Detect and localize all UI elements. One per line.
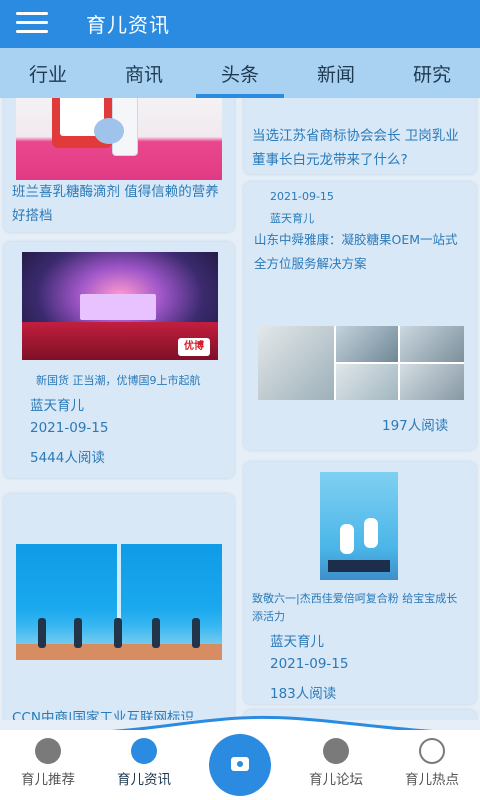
camera-button[interactable] bbox=[209, 734, 271, 796]
nav-news[interactable]: 育儿资讯 bbox=[96, 738, 192, 788]
megaphone-icon bbox=[131, 738, 157, 764]
page-title: 育儿资讯 bbox=[86, 13, 170, 37]
article-title: 当选江苏省商标协会会长 卫岗乳业董事长白元龙带来了什么? bbox=[252, 128, 459, 168]
stage-event-image: 优博 bbox=[22, 252, 218, 360]
article-card-industrial-internet[interactable]: CCN中商|国家工业互联网标识... bbox=[4, 494, 234, 720]
camera-icon bbox=[231, 757, 249, 771]
product-poster-image bbox=[320, 472, 398, 580]
nav-label: 育儿资讯 bbox=[117, 772, 171, 788]
recommend-icon bbox=[35, 738, 61, 764]
tab-headlines[interactable]: 头条 bbox=[192, 48, 288, 98]
lactase-product-image bbox=[16, 98, 222, 180]
factory-image bbox=[258, 326, 464, 400]
article-title: 山东中舜雅康：凝胶糖果OEM一站式全方位服务解决方案 bbox=[254, 232, 458, 271]
article-card-chairman[interactable]: 当选江苏省商标协会会长 卫岗乳业董事长白元龙带来了什么? bbox=[244, 98, 476, 174]
tab-research[interactable]: 研究 bbox=[384, 48, 480, 98]
app-header: 育儿资讯 bbox=[0, 0, 480, 48]
nav-label: 育儿热点 bbox=[405, 772, 459, 788]
article-author: 蓝天育儿 bbox=[270, 212, 314, 225]
article-card-gel-candy[interactable]: 2021-09-15 蓝天育儿 山东中舜雅康：凝胶糖果OEM一站式全方位服务解决… bbox=[244, 182, 476, 450]
article-date: 2021-09-15 bbox=[270, 656, 349, 672]
article-card-stage[interactable]: 优博 新国货 正当潮，优博国9上市起航 蓝天育儿 2021-09-15 5444… bbox=[4, 242, 234, 478]
article-card-lactase[interactable]: 班兰喜乳糖酶滴剂 值得信赖的营养好搭档 bbox=[4, 98, 234, 232]
article-read-count: 183人阅读 bbox=[270, 686, 337, 702]
tab-news[interactable]: 新闻 bbox=[288, 48, 384, 98]
nav-forum[interactable]: 育儿论坛 bbox=[288, 738, 384, 788]
forum-icon bbox=[323, 738, 349, 764]
article-date: 2021-09-15 bbox=[30, 420, 109, 436]
broadcast-icon bbox=[419, 738, 445, 764]
tab-industry[interactable]: 行业 bbox=[0, 48, 96, 98]
article-read-count: 5444人阅读 bbox=[30, 450, 105, 466]
article-title: 班兰喜乳糖酶滴剂 值得信赖的营养好搭档 bbox=[12, 184, 219, 224]
nav-label: 育儿论坛 bbox=[309, 772, 363, 788]
nav-hot[interactable]: 育儿热点 bbox=[384, 738, 480, 788]
news-feed[interactable]: 班兰喜乳糖酶滴剂 值得信赖的营养好搭档 当选江苏省商标协会会长 卫岗乳业董事长白… bbox=[0, 98, 480, 720]
tab-business[interactable]: 商讯 bbox=[96, 48, 192, 98]
article-read-count: 197人阅读 bbox=[382, 418, 449, 434]
nav-label: 育儿推荐 bbox=[21, 772, 75, 788]
article-author: 蓝天育儿 bbox=[270, 634, 324, 650]
article-caption: 新国货 正当潮，优博国9上市起航 bbox=[36, 374, 201, 387]
nav-recommend[interactable]: 育儿推荐 bbox=[0, 738, 96, 788]
brand-logo: 优博 bbox=[178, 338, 210, 356]
article-card-nutrition-powder[interactable]: 致敬六一|杰西佳爱倍呵复合粉 给宝宝成长添活力 蓝天育儿 2021-09-15 … bbox=[244, 462, 476, 704]
article-author: 蓝天育儿 bbox=[30, 398, 84, 414]
article-caption: 致敬六一|杰西佳爱倍呵复合粉 给宝宝成长添活力 bbox=[252, 592, 458, 623]
conference-image bbox=[16, 544, 222, 660]
hamburger-menu-icon[interactable] bbox=[16, 12, 48, 34]
category-tabs: 行业 商讯 头条 新闻 研究 bbox=[0, 48, 480, 98]
article-date: 2021-09-15 bbox=[270, 190, 334, 203]
